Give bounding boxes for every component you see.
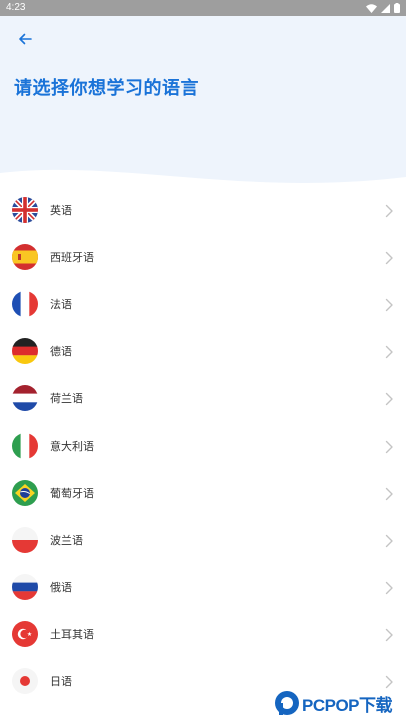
language-item-germany[interactable]: 德语 bbox=[0, 328, 406, 375]
status-icons bbox=[366, 3, 400, 13]
battery-icon bbox=[394, 3, 400, 13]
language-item-france[interactable]: 法语 bbox=[0, 280, 406, 327]
watermark: PCPOP下载 bbox=[274, 688, 402, 718]
flag-turkey-icon bbox=[12, 621, 38, 648]
language-label: 俄语 bbox=[50, 581, 72, 595]
flag-spain-icon bbox=[12, 243, 38, 270]
language-label: 西班牙语 bbox=[50, 250, 94, 264]
flag-russia-icon bbox=[12, 574, 38, 601]
language-item-turkey[interactable]: 土耳其语 bbox=[0, 611, 406, 658]
language-item-uk[interactable]: 英语 bbox=[0, 186, 406, 233]
language-label: 葡萄牙语 bbox=[50, 486, 94, 500]
language-label: 荷兰语 bbox=[50, 392, 83, 406]
language-item-poland[interactable]: 波兰语 bbox=[0, 516, 406, 563]
chevron-right-icon bbox=[384, 203, 394, 217]
language-label: 土耳其语 bbox=[50, 628, 94, 642]
language-label: 意大利语 bbox=[50, 439, 94, 453]
flag-brazil-icon bbox=[12, 479, 38, 506]
flag-france-icon bbox=[12, 290, 38, 317]
status-time: 4:23 bbox=[6, 2, 26, 13]
flag-italy-icon bbox=[12, 432, 38, 459]
header: 请选择你想学习的语言 bbox=[0, 16, 406, 193]
language-label: 日语 bbox=[50, 675, 72, 689]
chevron-right-icon bbox=[384, 297, 394, 312]
arrow-left-icon bbox=[19, 33, 32, 45]
language-item-russia[interactable]: 俄语 bbox=[0, 564, 406, 611]
chevron-right-icon bbox=[384, 391, 394, 406]
pcpop-logo-icon bbox=[275, 691, 299, 715]
language-label: 波兰语 bbox=[50, 533, 83, 547]
wifi-icon bbox=[366, 3, 377, 13]
page-title: 请选择你想学习的语言 bbox=[14, 78, 199, 99]
signal-icon bbox=[381, 3, 390, 13]
flag-uk-icon bbox=[12, 196, 38, 223]
chevron-right-icon bbox=[384, 533, 394, 548]
flag-poland-icon bbox=[12, 526, 38, 553]
language-label: 法语 bbox=[50, 297, 72, 311]
flag-germany-icon bbox=[12, 338, 38, 365]
chevron-right-icon bbox=[384, 439, 394, 453]
chevron-right-icon bbox=[384, 627, 394, 642]
language-item-italy[interactable]: 意大利语 bbox=[0, 422, 406, 469]
language-item-brazil[interactable]: 葡萄牙语 bbox=[0, 469, 406, 516]
chevron-right-icon bbox=[384, 486, 394, 500]
chevron-right-icon bbox=[384, 674, 394, 689]
status-bar: 4:23 bbox=[0, 0, 406, 16]
watermark-text: PCPOP下载 bbox=[302, 695, 393, 715]
flag-netherlands-icon bbox=[12, 385, 38, 412]
language-label: 英语 bbox=[50, 203, 72, 217]
chevron-right-icon bbox=[384, 344, 394, 359]
language-label: 德语 bbox=[50, 345, 72, 359]
back-button[interactable] bbox=[14, 28, 36, 50]
flag-japan-icon bbox=[12, 668, 38, 695]
language-list: 英语西班牙语法语德语荷兰语意大利语葡萄牙语波兰语俄语土耳其语日语 bbox=[0, 186, 406, 705]
language-item-netherlands[interactable]: 荷兰语 bbox=[0, 375, 406, 422]
chevron-right-icon bbox=[384, 580, 394, 595]
language-item-spain[interactable]: 西班牙语 bbox=[0, 233, 406, 280]
chevron-right-icon bbox=[384, 250, 394, 264]
